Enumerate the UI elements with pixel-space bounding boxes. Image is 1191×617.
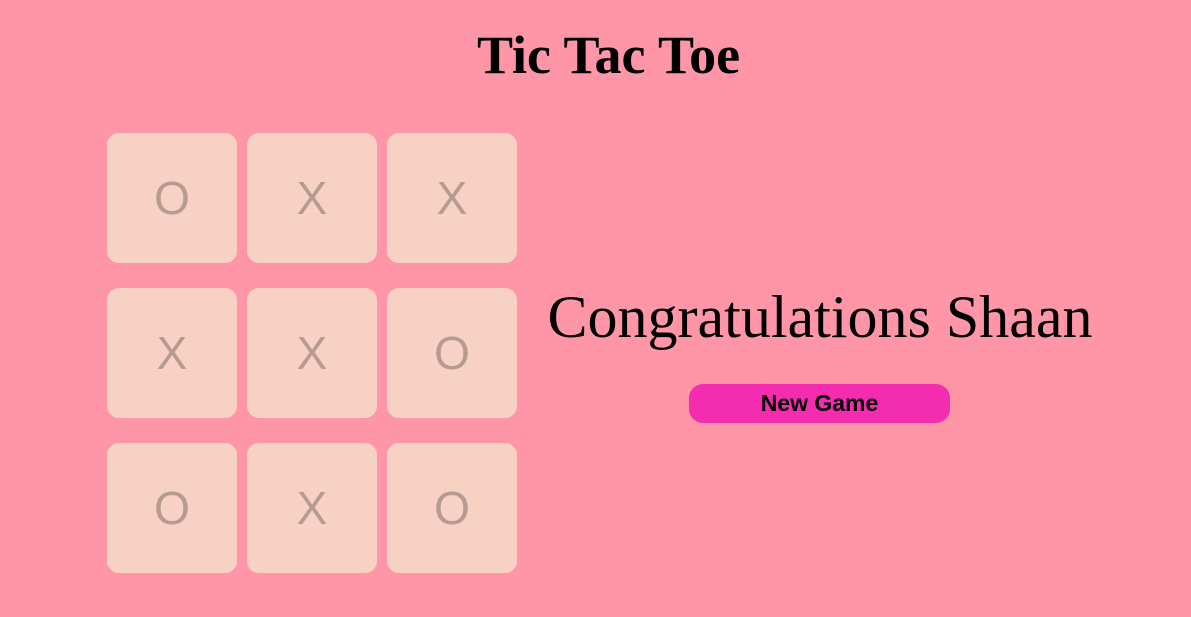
board-cell[interactable]: O [107, 133, 237, 263]
board-cell[interactable]: X [247, 133, 377, 263]
page-title: Tic Tac Toe [476, 25, 741, 85]
board-cell[interactable]: X [247, 443, 377, 573]
board-cell[interactable]: X [107, 288, 237, 418]
board-cell[interactable]: O [107, 443, 237, 573]
board-cell[interactable]: X [387, 133, 517, 263]
board-cell[interactable]: X [247, 288, 377, 418]
new-game-button[interactable]: New Game [689, 384, 950, 423]
winner-message: Congratulations Shaan [547, 284, 1093, 350]
game-board: O X X X X O O X O [107, 133, 517, 573]
board-cell[interactable]: O [387, 443, 517, 573]
board-cell[interactable]: O [387, 288, 517, 418]
